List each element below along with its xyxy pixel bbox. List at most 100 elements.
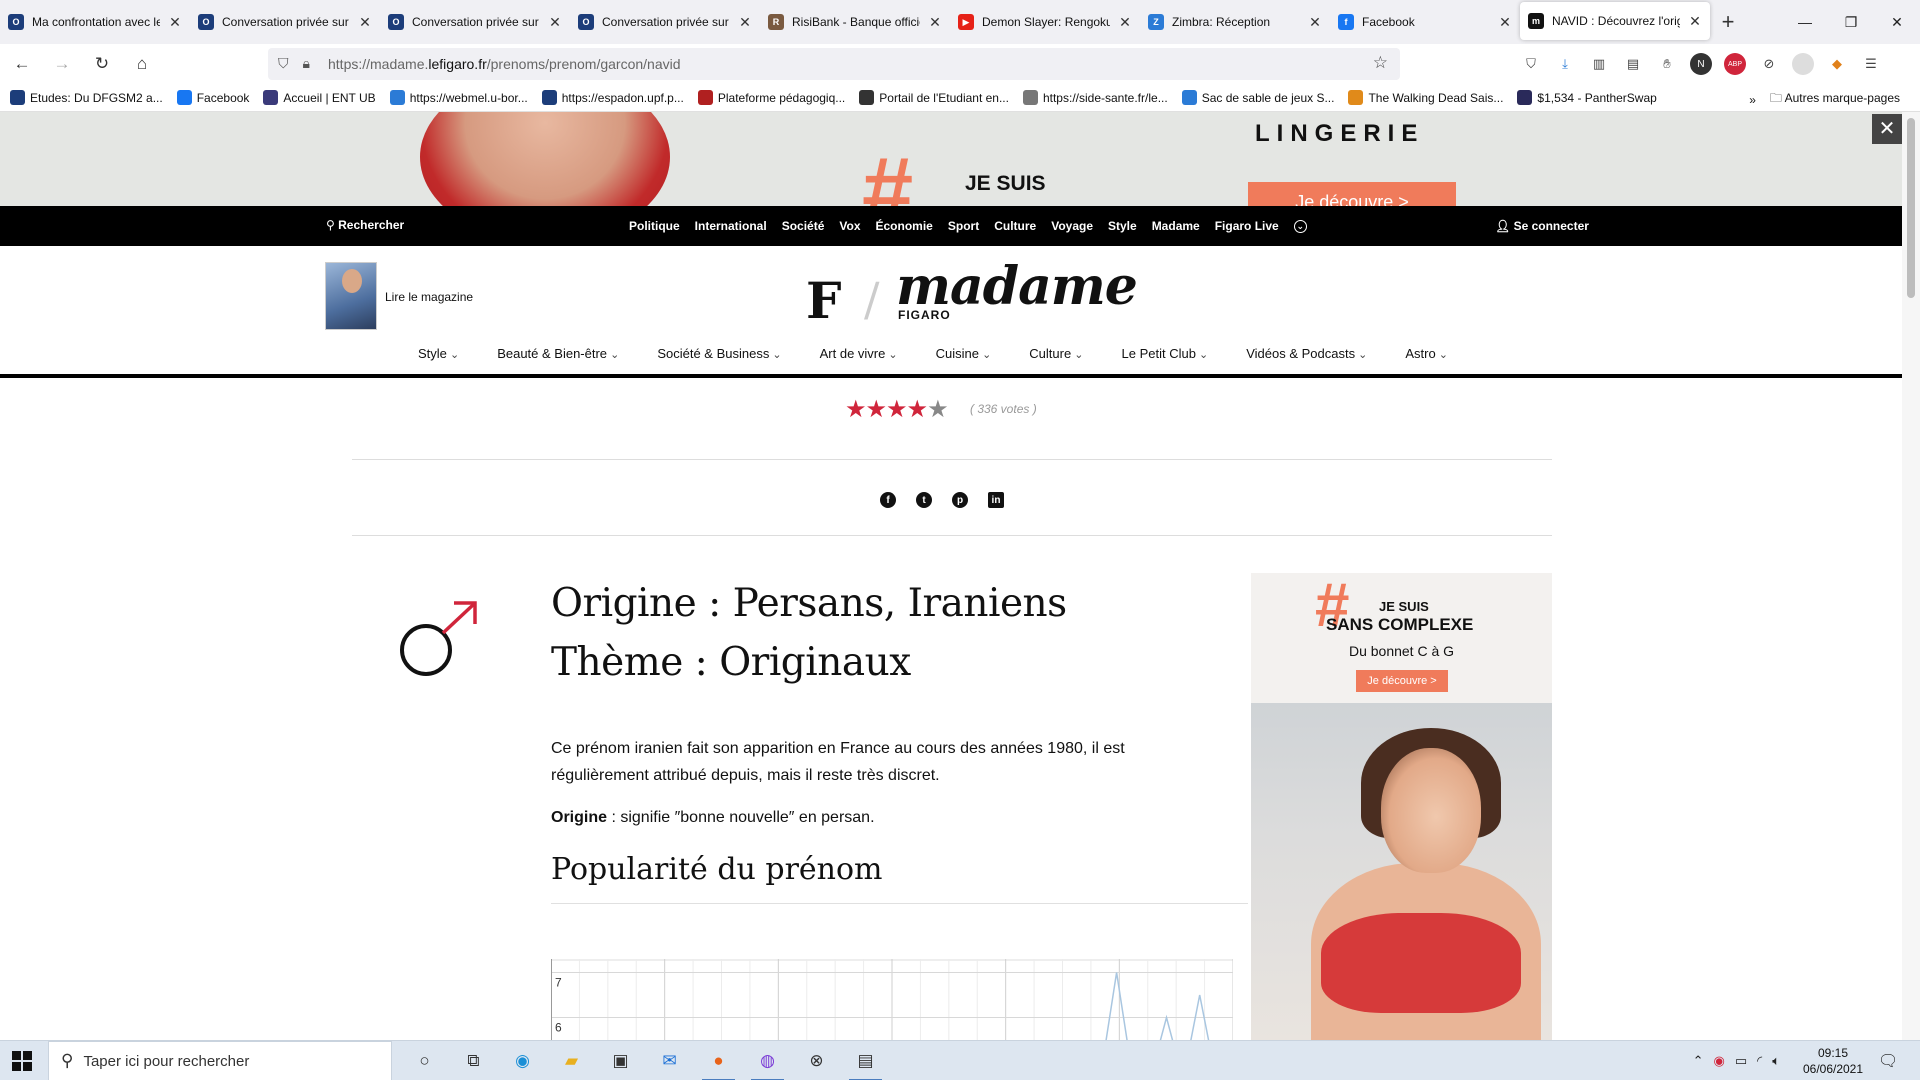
page-scrollbar[interactable]	[1902, 112, 1920, 1040]
restore-button[interactable]: ❐	[1828, 0, 1874, 44]
bookmark-item[interactable]: https://side-sante.fr/le...	[1022, 90, 1168, 105]
category-nav-item[interactable]: Cuisine	[936, 346, 992, 361]
star-icon[interactable]: ★	[886, 396, 907, 423]
figaro-f-logo[interactable]: F	[806, 276, 842, 326]
read-magazine-link[interactable]: Lire le magazine	[385, 290, 473, 304]
task-view-icon[interactable]: ⧉	[449, 1041, 498, 1080]
browser-tab[interactable]: O Conversation privée sur J ✕	[190, 0, 380, 44]
category-nav-item[interactable]: Style	[418, 346, 459, 361]
twitter-share-icon[interactable]: t	[916, 492, 932, 508]
tab-close-icon[interactable]: ✕	[358, 14, 372, 31]
tab-close-icon[interactable]: ✕	[168, 14, 182, 31]
tray-chevron-icon[interactable]: ⌃	[1693, 1053, 1704, 1069]
popularity-chart[interactable]: 76	[551, 959, 1233, 1040]
close-window-button[interactable]: ✕	[1874, 0, 1920, 44]
hand-icon[interactable]: ✋︎	[1656, 53, 1678, 75]
side-ad[interactable]: # JE SUIS SANS COMPLEXE Du bonnet C à G …	[1251, 573, 1552, 1040]
xbox-icon[interactable]: ⊗	[792, 1041, 841, 1080]
category-nav-item[interactable]: Beauté & Bien-être	[497, 346, 619, 361]
library-icon[interactable]: ▥	[1588, 53, 1610, 75]
facebook-share-icon[interactable]: f	[880, 492, 896, 508]
pocket-icon[interactable]: ⛉	[1520, 53, 1542, 75]
more-nav-icon[interactable]: ⌄	[1293, 219, 1307, 233]
star-icon[interactable]: ★	[866, 396, 887, 423]
forward-button[interactable]: →	[44, 48, 80, 80]
browser-tab[interactable]: O Ma confrontation avec le ✕	[0, 0, 190, 44]
bookmark-item[interactable]: Accueil | ENT UB	[263, 90, 376, 105]
volume-icon[interactable]: 🔈︎	[1772, 1053, 1780, 1069]
url-bar[interactable]: ⛉ 🔒︎ https://madame.lefigaro.fr/prenoms/…	[268, 48, 1400, 80]
category-nav-item[interactable]: Astro	[1405, 346, 1448, 361]
browser-tab[interactable]: Z Zimbra: Réception ✕	[1140, 0, 1330, 44]
tab-close-icon[interactable]: ✕	[1118, 14, 1132, 31]
tray-app-icon[interactable]: ◉	[1714, 1053, 1725, 1069]
firefox-icon[interactable]: ●	[694, 1041, 743, 1080]
tab-close-icon[interactable]: ✕	[738, 14, 752, 31]
category-nav-item[interactable]: Le Petit Club	[1122, 346, 1209, 361]
sidebar-icon[interactable]: ▤	[1622, 53, 1644, 75]
edge-icon[interactable]: ◉	[498, 1041, 547, 1080]
extension-n-icon[interactable]: N	[1690, 53, 1712, 75]
bookmark-item[interactable]: https://espadon.upf.p...	[541, 90, 684, 105]
top-nav-link[interactable]: Économie	[876, 219, 933, 233]
star-icon[interactable]: ★	[845, 396, 866, 423]
clock[interactable]: 09:15 06/06/2021	[1796, 1045, 1870, 1077]
top-ad-banner[interactable]: # JE SUIS LINGERIE Je découvre > ✕	[0, 112, 1902, 206]
browser-tab[interactable]: ▶ Demon Slayer: Rengoku ✕	[950, 0, 1140, 44]
category-nav-item[interactable]: Art de vivre	[820, 346, 898, 361]
tab-close-icon[interactable]: ✕	[928, 14, 942, 31]
scrollbar-thumb[interactable]	[1907, 118, 1915, 298]
bookmark-item[interactable]: Plateforme pédagogiq...	[697, 90, 845, 105]
star-icon[interactable]: ★	[907, 396, 928, 423]
bookmark-item[interactable]: The Walking Dead Sais...	[1348, 90, 1503, 105]
back-button[interactable]: ←	[4, 48, 40, 80]
side-ad-cta-button[interactable]: Je découvre >	[1356, 670, 1448, 692]
top-nav-link[interactable]: Vox	[839, 219, 860, 233]
login-link[interactable]: 👤︎ Se connecter	[1495, 219, 1589, 233]
tab-close-icon[interactable]: ✕	[1498, 14, 1512, 31]
adblock-icon[interactable]: ABP	[1724, 53, 1746, 75]
chevron-more-icon[interactable]: »	[1749, 93, 1756, 107]
category-nav-item[interactable]: Société & Business	[657, 346, 781, 361]
top-nav-link[interactable]: Culture	[994, 219, 1036, 233]
site-search[interactable]: ⚲ Rechercher	[326, 218, 404, 232]
category-nav-item[interactable]: Culture	[1029, 346, 1083, 361]
bookmark-item[interactable]: Facebook	[176, 90, 249, 105]
extension-grey-icon[interactable]	[1792, 53, 1814, 75]
store-icon[interactable]: ▣	[596, 1041, 645, 1080]
wifi-icon[interactable]: ◜	[1757, 1053, 1762, 1069]
top-nav-link[interactable]: Sport	[948, 219, 979, 233]
menu-icon[interactable]: ☰	[1860, 53, 1882, 75]
mail-icon[interactable]: ✉	[645, 1041, 694, 1080]
windows-start-icon[interactable]	[12, 1051, 32, 1071]
browser-tab[interactable]: f Facebook ✕	[1330, 0, 1520, 44]
block-icon[interactable]: ⊘	[1758, 53, 1780, 75]
new-tab-button[interactable]: +	[1710, 9, 1746, 35]
top-nav-link[interactable]: Madame	[1152, 219, 1200, 233]
minimize-button[interactable]: —	[1782, 0, 1828, 44]
bookmark-item[interactable]: Etudes: Du DFGSM2 a...	[10, 90, 163, 105]
download-icon[interactable]: ⤓	[1554, 53, 1576, 75]
top-nav-link[interactable]: International	[695, 219, 767, 233]
top-nav-link[interactable]: Société	[782, 219, 825, 233]
file-explorer-icon[interactable]: ▰	[547, 1041, 596, 1080]
bookmark-star-icon[interactable]: ☆	[1373, 53, 1388, 73]
top-nav-link[interactable]: Style	[1108, 219, 1137, 233]
star-icon[interactable]: ★	[927, 396, 948, 423]
ad-cta-button[interactable]: Je découvre >	[1248, 182, 1456, 206]
ad-close-button[interactable]: ✕	[1872, 114, 1902, 144]
lock-icon[interactable]: 🔒︎	[303, 55, 310, 72]
battery-icon[interactable]: ▭	[1735, 1053, 1747, 1069]
magazine-cover[interactable]	[325, 262, 377, 330]
notepad-icon[interactable]: ▤	[841, 1041, 890, 1080]
browser-tab[interactable]: m NAVID : Découvrez l'origi ✕	[1520, 2, 1710, 40]
pinterest-share-icon[interactable]: p	[952, 492, 968, 508]
rating-stars[interactable]: ★★★★★	[845, 395, 949, 424]
shield-icon[interactable]: ⛉	[278, 55, 289, 72]
top-nav-link[interactable]: Figaro Live	[1215, 219, 1279, 233]
tab-close-icon[interactable]: ✕	[1688, 13, 1702, 30]
notification-icon[interactable]: 🗨︎	[1878, 1051, 1898, 1071]
tab-close-icon[interactable]: ✕	[548, 14, 562, 31]
category-nav-item[interactable]: Vidéos & Podcasts	[1246, 346, 1367, 361]
metamask-icon[interactable]: ◆	[1826, 53, 1848, 75]
